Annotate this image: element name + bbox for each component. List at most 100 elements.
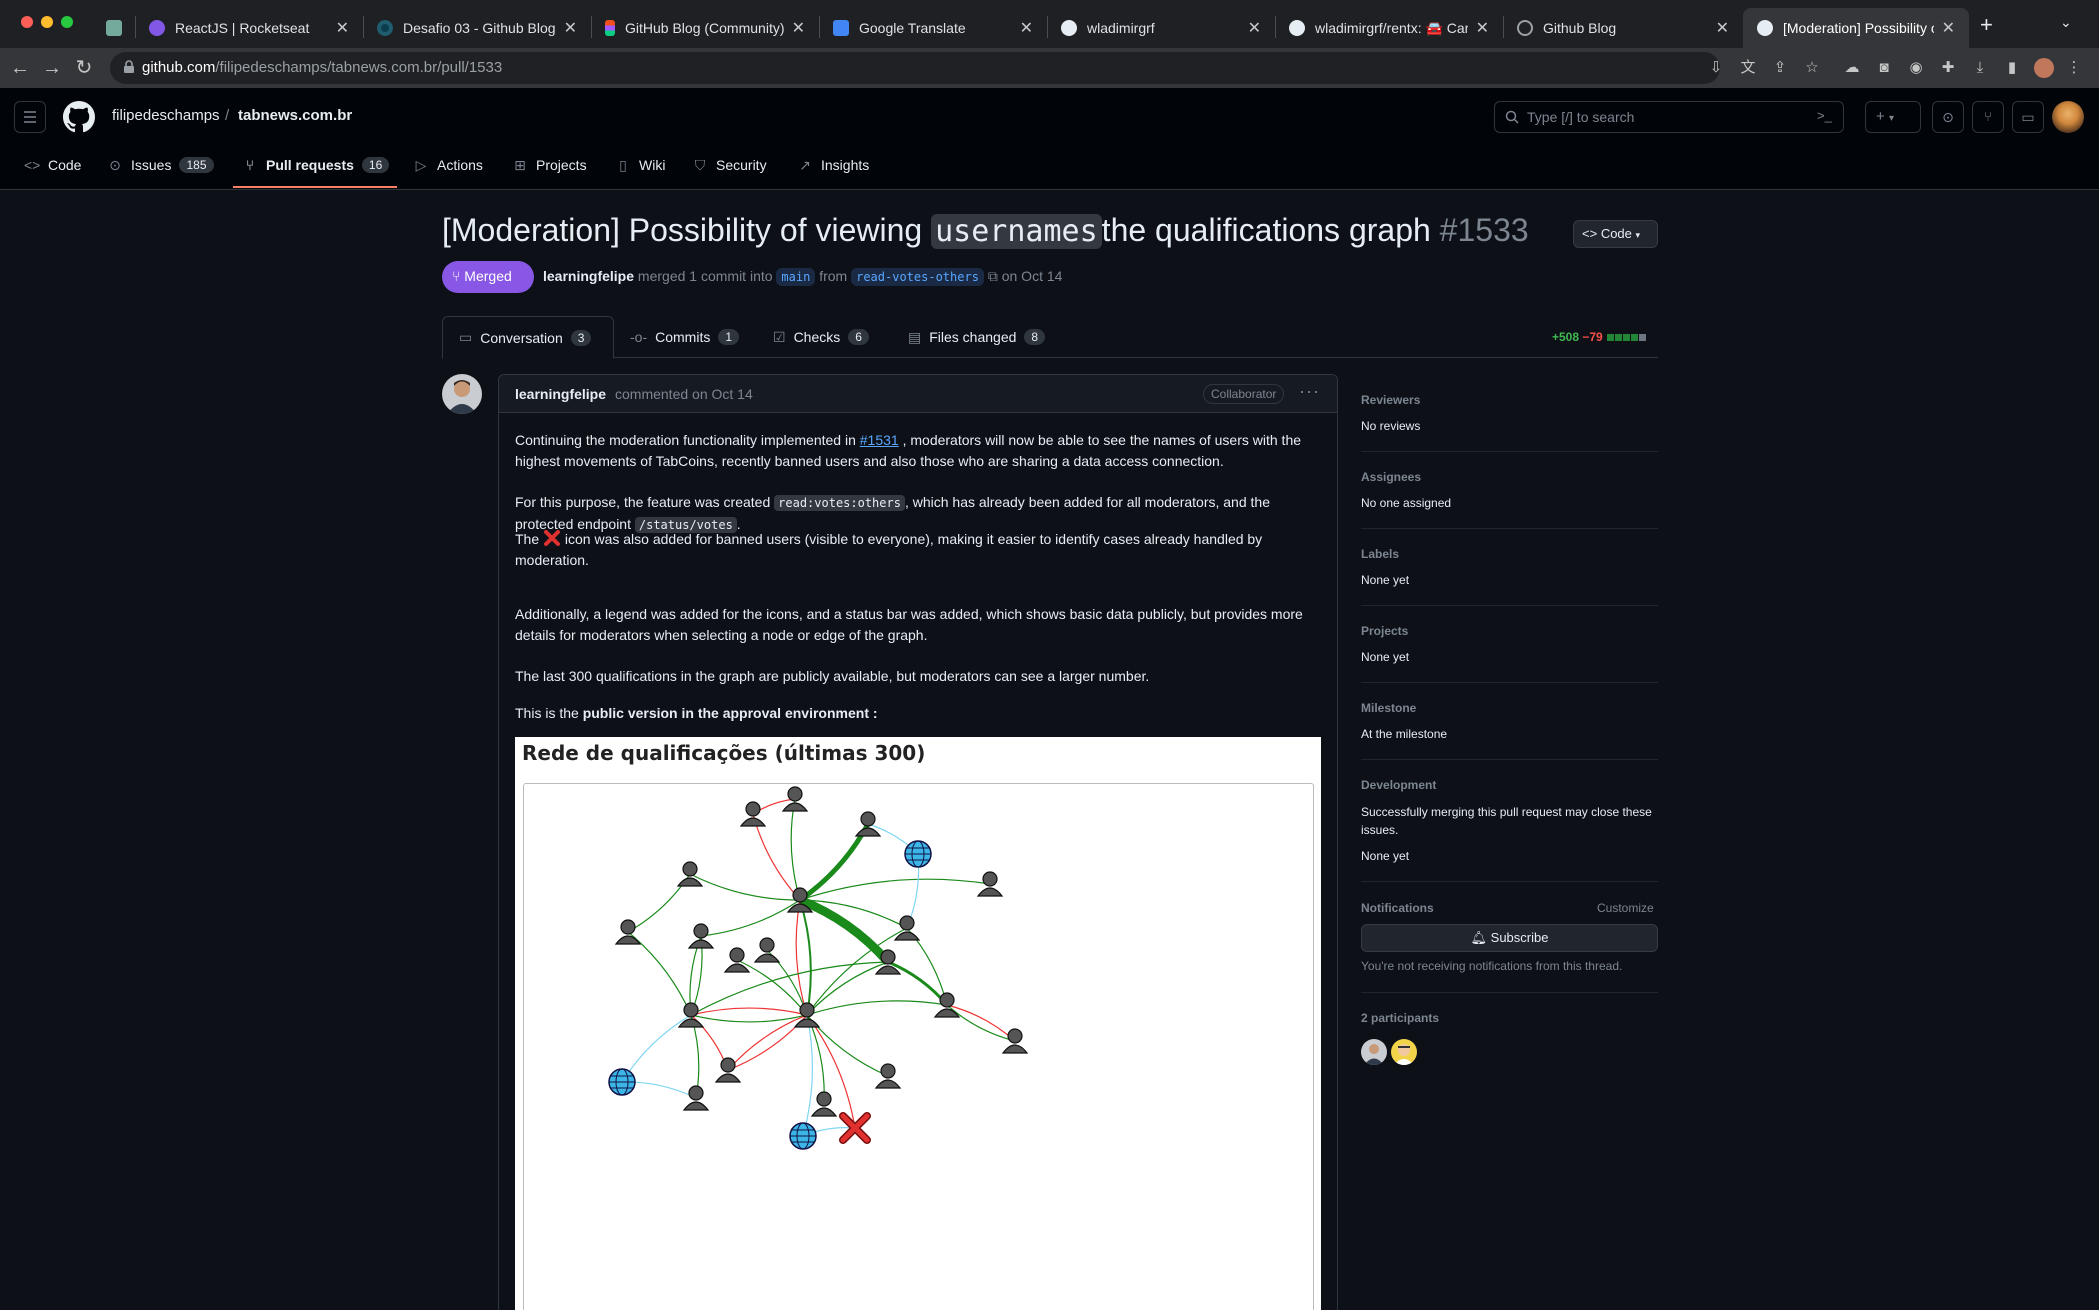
repo-name-link[interactable]: tabnews.com.br — [238, 107, 352, 124]
profile-avatar[interactable] — [2034, 58, 2054, 78]
browser-tab[interactable]: GitHub Blog (Community) – F ✕ — [591, 8, 819, 48]
tab-search-icon[interactable]: ⌄ — [2060, 14, 2072, 31]
chrome-menu-icon[interactable]: ⋮ — [2064, 58, 2084, 78]
reload-icon[interactable]: ↻ — [72, 56, 96, 80]
graph-title: Rede de qualificações (últimas 300) — [522, 741, 926, 765]
participant-avatar[interactable] — [1361, 1039, 1387, 1065]
repo-nav-pull-requests[interactable]: ⑂ Pull requests 16 — [242, 154, 390, 176]
repo-nav-projects[interactable]: ⊞ Projects — [512, 154, 586, 176]
zoom-window-dot[interactable] — [61, 16, 73, 28]
browser-tab[interactable]: ReactJS | Rocketseat ✕ — [135, 8, 363, 48]
repo-nav-security[interactable]: ⛉ Security — [692, 154, 767, 176]
participant-avatar[interactable] — [1391, 1039, 1417, 1065]
graph-edge — [736, 959, 808, 1016]
development-note: Successfully merging this pull request m… — [1361, 805, 1652, 837]
code-dropdown-button[interactable]: <> Code ▾ — [1573, 220, 1658, 248]
active-nav-underline — [233, 186, 397, 188]
reviewers-heading[interactable]: Reviewers — [1361, 393, 1420, 407]
diffstat: +508 −79 — [1552, 330, 1647, 344]
assignees-heading[interactable]: Assignees — [1361, 470, 1421, 484]
tab-checks[interactable]: ☑ Checks 6 — [757, 316, 885, 358]
customize-link[interactable]: Customize — [1597, 901, 1654, 915]
extension-camera-icon[interactable]: ◙ — [1874, 58, 1894, 78]
copy-icon[interactable]: ⧉ — [988, 268, 998, 284]
close-tab-icon[interactable]: ✕ — [792, 18, 805, 38]
close-tab-icon[interactable]: ✕ — [336, 18, 349, 38]
subscribe-button[interactable]: 🔔︎ Subscribe — [1361, 924, 1658, 952]
command-palette-icon[interactable]: >_ — [1817, 108, 1832, 123]
browser-toolbar: ← → ↻ github.com/filipedeschamps/tabnews… — [0, 48, 2099, 88]
new-tab-icon[interactable]: + — [1980, 12, 1993, 38]
comment-timestamp[interactable]: commented on Oct 14 — [615, 386, 753, 402]
pr-author-link[interactable]: learningfelipe — [543, 268, 634, 284]
more-options-icon[interactable]: ··· — [1299, 381, 1320, 402]
graph-edge — [790, 798, 801, 901]
browser-tab[interactable]: Desafio 03 - Github Blog ✕ — [363, 8, 591, 48]
pr-tabs: ▭ Conversation 3 -o- Commits 1 ☑ Checks 6 ▤ Fil… — [442, 316, 1658, 359]
repo-nav-issues[interactable]: ⊙ Issues 185 — [107, 154, 214, 176]
comment-paragraph-6: This is the public version in the approv… — [515, 705, 878, 721]
github-logo-icon[interactable] — [63, 101, 95, 133]
tab-title: Google Translate — [859, 20, 966, 36]
tab-commits[interactable]: -o- Commits 1 — [614, 316, 755, 358]
play-icon: ▷ — [415, 157, 427, 173]
comment-paragraph-1: Continuing the moderation functionality … — [515, 432, 1302, 469]
browser-tab[interactable]: Github Blog ✕ — [1503, 8, 1743, 48]
repo-nav-actions[interactable]: ▷ Actions — [413, 154, 483, 176]
issues-icon-button[interactable]: ⊙ — [1932, 101, 1964, 133]
install-icon[interactable]: ⇩ — [1706, 58, 1726, 78]
side-panel-icon[interactable]: ▮ — [2002, 58, 2022, 78]
pull-requests-icon-button[interactable]: ⑂ — [1972, 101, 2004, 133]
issue-icon: ⊙ — [109, 157, 121, 173]
additions: +508 — [1552, 330, 1580, 344]
banned-x-icon — [544, 530, 561, 546]
hamburger-menu-button[interactable] — [14, 101, 46, 133]
user-avatar[interactable] — [2052, 101, 2084, 133]
repo-nav-code[interactable]: <> Code — [24, 154, 81, 176]
browser-tab[interactable]: wladimirgrf/rentx: 🚘 Car Re ✕ — [1275, 8, 1503, 48]
labels-heading[interactable]: Labels — [1361, 547, 1399, 561]
browser-tab[interactable]: wladimirgrf ✕ — [1047, 8, 1275, 48]
close-tab-icon[interactable]: ✕ — [564, 18, 577, 38]
repo-nav-wiki[interactable]: ▯ Wiki — [615, 154, 665, 176]
base-branch[interactable]: main — [776, 268, 816, 286]
extension-g-icon[interactable]: ◉ — [1906, 58, 1926, 78]
share-icon[interactable]: ⇪ — [1770, 58, 1790, 78]
graph-edge — [802, 1014, 813, 1137]
bookmark-star-icon[interactable]: ☆ — [1802, 58, 1822, 78]
close-tab-icon[interactable]: ✕ — [1020, 18, 1033, 38]
close-tab-icon[interactable]: ✕ — [1248, 18, 1261, 38]
comment-author-avatar[interactable] — [442, 374, 482, 414]
milestone-heading[interactable]: Milestone — [1361, 701, 1416, 715]
create-new-button[interactable]: + ▾ — [1865, 101, 1921, 133]
browser-tab-active[interactable]: [Moderation] Possibility of s ✕ — [1743, 8, 1969, 48]
forward-icon[interactable]: → — [40, 56, 64, 80]
downloads-icon[interactable]: ⤓ — [1970, 58, 1990, 78]
globe-node-icon — [608, 1068, 636, 1096]
issue-link[interactable]: #1531 — [860, 432, 899, 448]
close-window-dot[interactable] — [21, 16, 33, 28]
browser-tab[interactable]: Google Translate ✕ — [819, 8, 1047, 48]
search-input[interactable]: Type [/] to search >_ — [1494, 101, 1844, 133]
extensions-puzzle-icon[interactable]: ✚ — [1938, 58, 1958, 78]
address-bar[interactable]: github.com/filipedeschamps/tabnews.com.b… — [110, 52, 1720, 84]
search-placeholder: Type [/] to search — [1527, 109, 1635, 125]
tab-files-changed[interactable]: ▤ Files changed 8 — [892, 316, 1061, 358]
graph-edge — [799, 878, 991, 901]
tab-conversation[interactable]: ▭ Conversation 3 — [442, 316, 614, 359]
repo-owner-link[interactable]: filipedeschamps — [112, 107, 220, 124]
repo-nav-insights[interactable]: ↗ Insights — [797, 154, 869, 176]
notifications-note: You're not receiving notifications from … — [1361, 959, 1623, 973]
back-icon[interactable]: ← — [8, 56, 32, 80]
close-tab-icon[interactable]: ✕ — [1716, 18, 1729, 38]
inbox-icon-button[interactable]: ▭ — [2012, 101, 2044, 133]
head-branch[interactable]: read-votes-others — [851, 268, 984, 286]
extension-cloud-icon[interactable]: ☁ — [1842, 58, 1862, 78]
comment-author[interactable]: learningfelipe — [515, 386, 606, 402]
projects-heading[interactable]: Projects — [1361, 624, 1408, 638]
close-tab-icon[interactable]: ✕ — [1942, 18, 1955, 38]
translate-page-icon[interactable]: 文 — [1738, 58, 1758, 78]
development-heading[interactable]: Development — [1361, 778, 1436, 792]
close-tab-icon[interactable]: ✕ — [1476, 18, 1489, 38]
minimize-window-dot[interactable] — [41, 16, 53, 28]
